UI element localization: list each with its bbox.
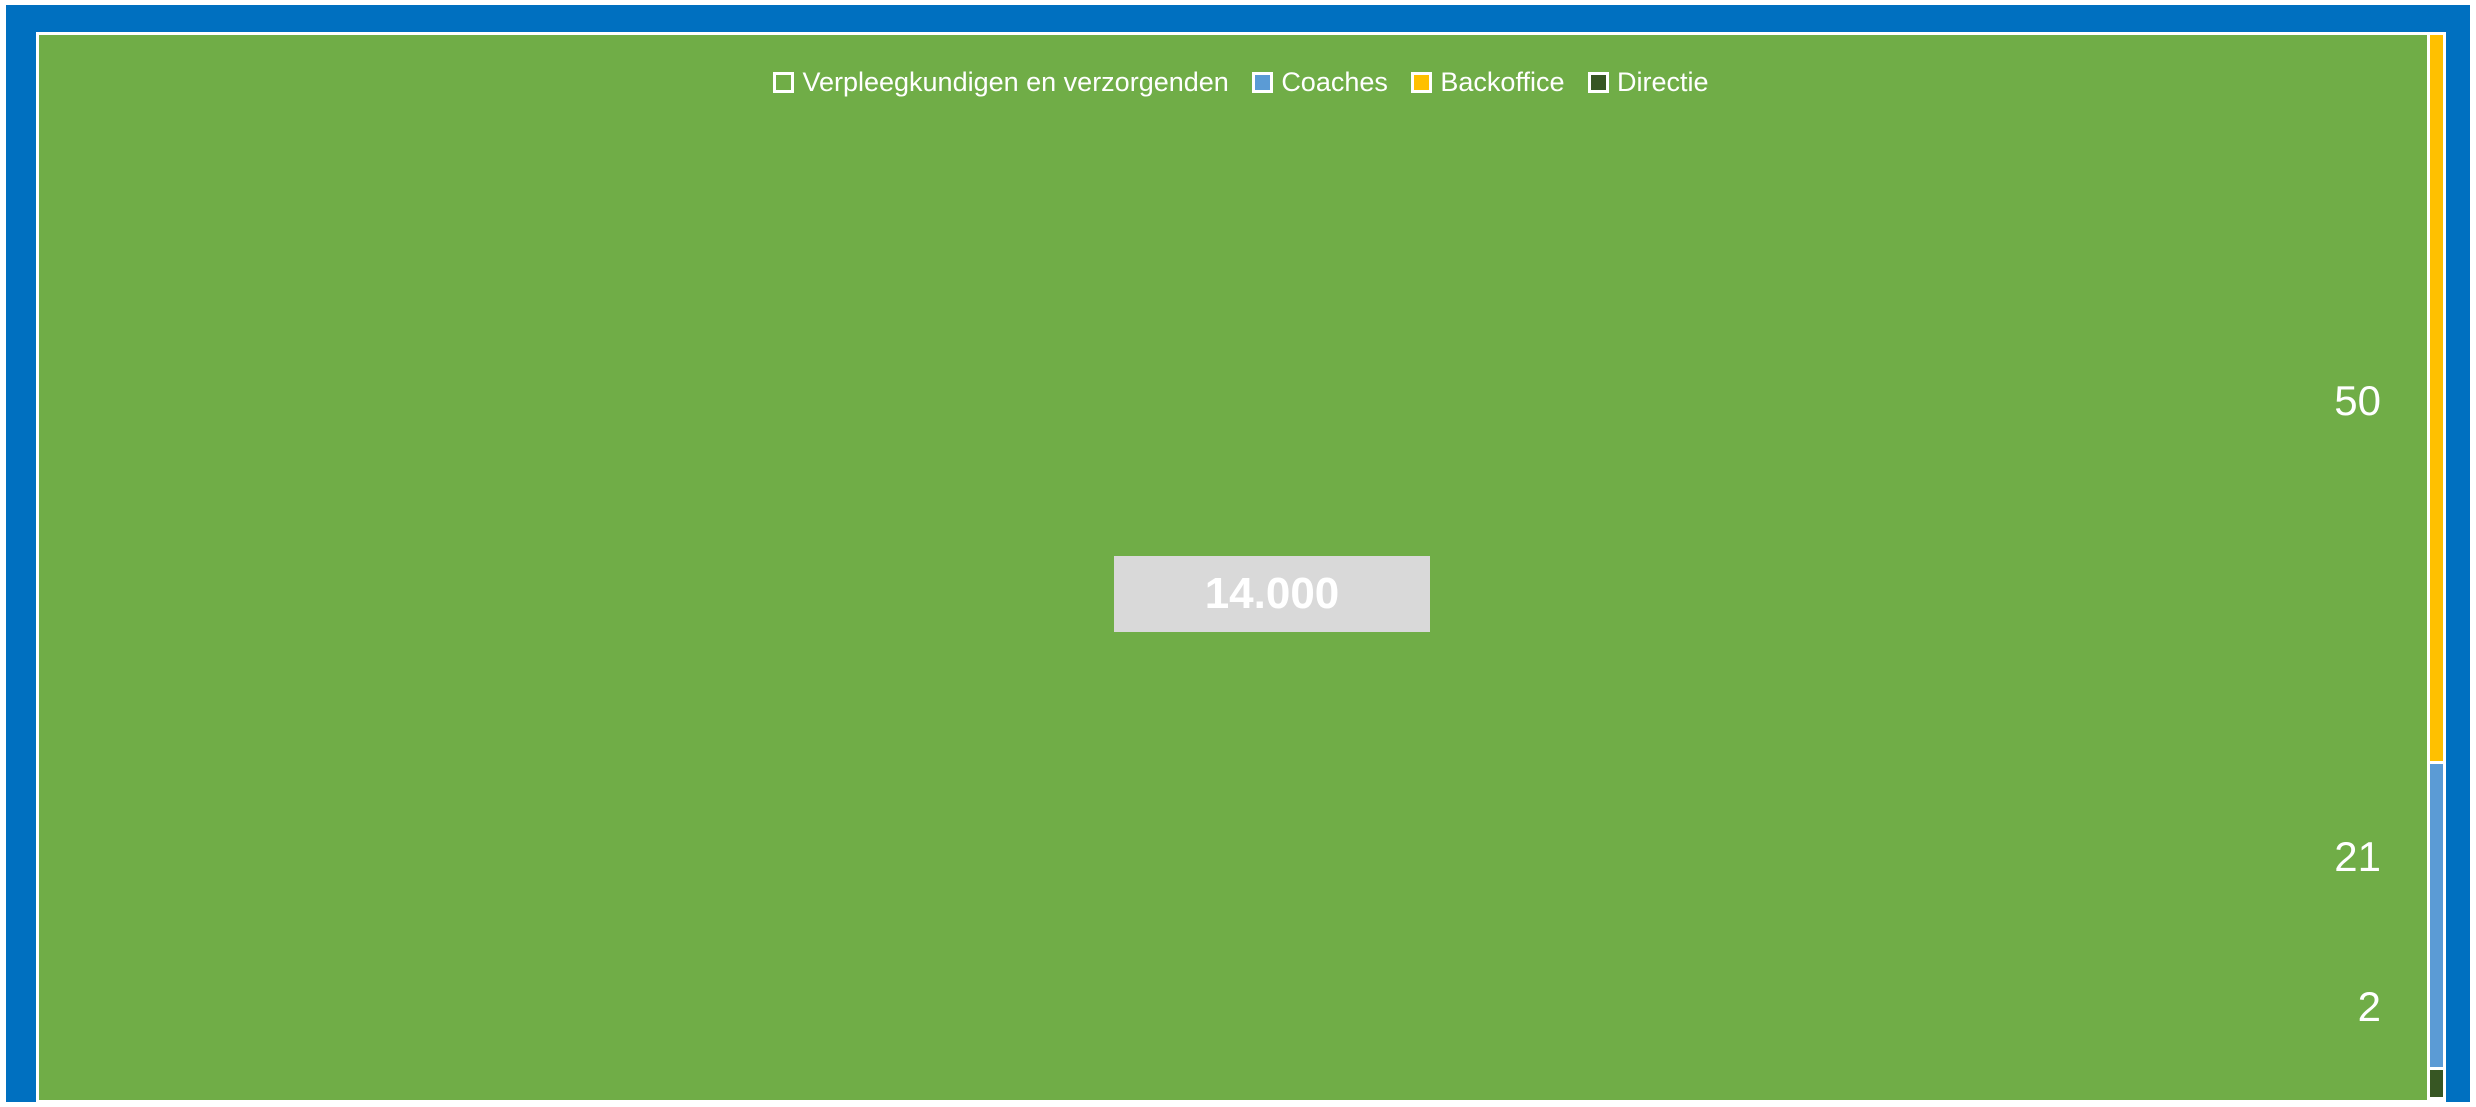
data-label-directie: 2 xyxy=(2357,983,2381,1030)
data-label-backoffice: 50 xyxy=(2334,377,2381,424)
legend-item-coaches: Coaches xyxy=(1252,67,1388,98)
treemap-plot-area: Verpleegkundigen en verzorgenden Coaches… xyxy=(36,32,2446,1103)
data-label-box-verpleegkundigen: 14.000 xyxy=(1114,556,1430,632)
data-label-coaches: 21 xyxy=(2334,833,2381,880)
treemap-tile-backoffice xyxy=(2430,35,2443,761)
legend-swatch xyxy=(1411,72,1433,93)
chart-frame: Verpleegkundigen en verzorgenden Coaches… xyxy=(6,5,2470,1103)
legend-label: Directie xyxy=(1617,67,1709,97)
legend-swatch xyxy=(1252,72,1274,93)
data-label-verpleegkundigen: 14.000 xyxy=(1204,569,1340,618)
legend-item-verpleegkundigen: Verpleegkundigen en verzorgenden xyxy=(773,67,1229,98)
treemap-tile-coaches xyxy=(2430,764,2443,1067)
legend-label: Verpleegkundigen en verzorgenden xyxy=(802,67,1229,97)
legend-item-backoffice: Backoffice xyxy=(1411,67,1564,98)
legend-item-directie: Directie xyxy=(1588,67,1709,98)
treemap-tile-directie xyxy=(2430,1070,2443,1097)
legend-label: Coaches xyxy=(1281,67,1388,97)
chart-legend: Verpleegkundigen en verzorgenden Coaches… xyxy=(39,67,2443,100)
legend-label: Backoffice xyxy=(1440,67,1565,97)
legend-swatch xyxy=(773,72,795,93)
legend-swatch xyxy=(1588,72,1609,93)
